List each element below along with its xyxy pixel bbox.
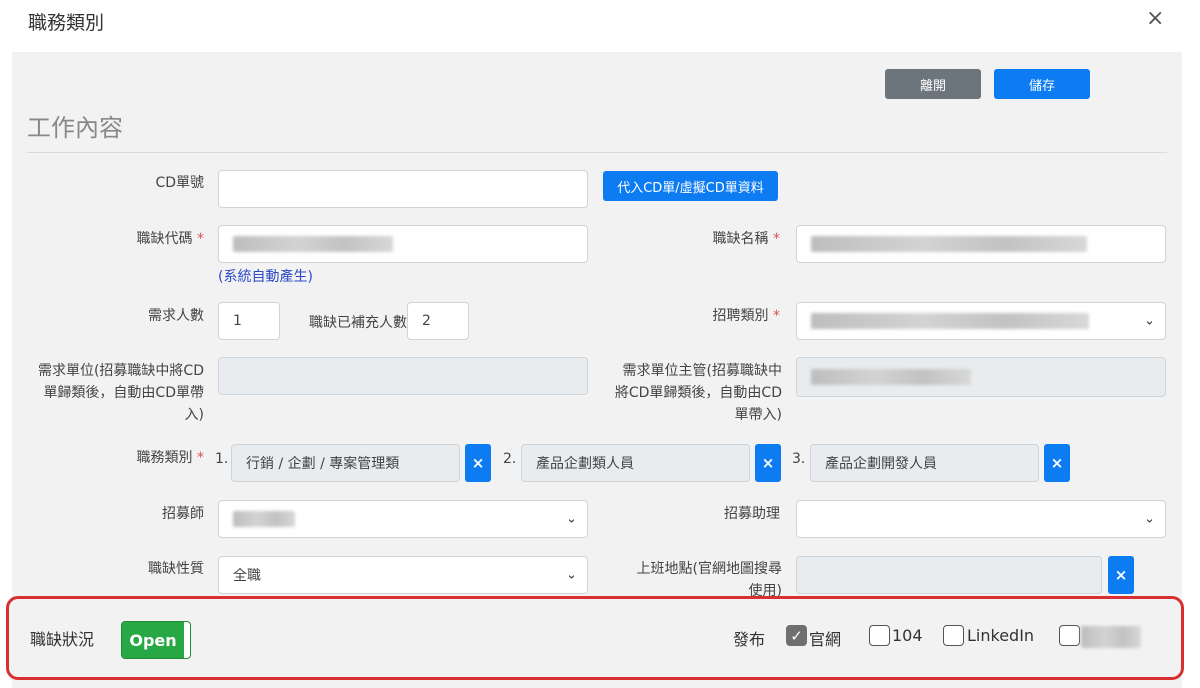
save-button[interactable]: 儲存 — [994, 69, 1090, 99]
checkbox-other-label — [1081, 626, 1141, 648]
redacted-value — [811, 313, 1089, 329]
job-status-label: 職缺狀況 — [30, 630, 95, 649]
publish-label: 發布 — [733, 630, 766, 649]
headcount-label: 需求人數 — [148, 308, 204, 324]
redacted-value — [233, 236, 393, 252]
job-category-label: 職務類別 * — [80, 447, 204, 469]
job-code-label: 職缺代碼 * — [80, 228, 204, 250]
category-item-1: 行銷 / 企劃 / 專案管理類 — [231, 444, 460, 482]
request-unit-input — [218, 357, 588, 395]
filled-input[interactable] — [407, 302, 469, 340]
redacted-value — [811, 236, 1087, 252]
recruit-assistant-select[interactable]: ⌄ — [796, 500, 1166, 538]
cd-number-label: CD單號 — [155, 175, 204, 191]
job-name-label: 職缺名稱 * — [640, 228, 780, 250]
close-icon: × — [471, 454, 485, 472]
cd-number-input[interactable] — [218, 170, 588, 208]
job-code-label-text: 職缺代碼 — [136, 231, 193, 247]
filled-label: 職缺已補充人數 — [309, 315, 407, 331]
job-nature-value: 全職 — [233, 568, 261, 584]
recruit-type-select[interactable]: ⌄ — [796, 302, 1166, 340]
chevron-down-icon: ⌄ — [1144, 313, 1155, 329]
request-manager-label: 需求單位主管(招募職缺中將CD單歸類後，自動由CD單帶入) — [614, 363, 782, 423]
redacted-value — [811, 369, 971, 385]
category-index-1: 1. — [215, 451, 229, 467]
close-icon: × — [1114, 566, 1128, 584]
recruit-assistant-label: 招募助理 — [724, 506, 780, 522]
status-toggle-label: Open — [122, 622, 184, 658]
remove-category-1-button[interactable]: × — [465, 444, 491, 482]
required-mark: * — [197, 231, 204, 247]
checkbox-linkedin[interactable] — [943, 625, 964, 646]
recruiter-label: 招募師 — [162, 506, 204, 522]
recruit-type-label: 招聘類別 * — [640, 305, 780, 327]
checkbox-other[interactable] — [1059, 625, 1080, 646]
leave-button[interactable]: 離開 — [885, 69, 981, 99]
check-icon: ✓ — [790, 626, 803, 645]
redacted-value — [1081, 626, 1141, 648]
job-code-input[interactable] — [218, 225, 588, 263]
checkbox-linkedin-label: LinkedIn — [967, 626, 1035, 645]
job-nature-label: 職缺性質 — [148, 561, 204, 577]
import-cd-button[interactable]: 代入CD單/虛擬CD單資料 — [603, 171, 778, 201]
close-icon[interactable]: × — [1146, 8, 1164, 30]
section-title: 工作內容 — [27, 114, 123, 142]
chevron-down-icon: ⌄ — [566, 567, 577, 583]
remove-category-2-button[interactable]: × — [755, 444, 781, 482]
job-name-input[interactable] — [796, 225, 1166, 263]
chevron-down-icon: ⌄ — [566, 511, 577, 527]
redacted-value — [233, 511, 295, 527]
job-name-label-text: 職缺名稱 — [712, 231, 769, 247]
category-index-3: 3. — [792, 451, 806, 467]
recruiter-select[interactable]: ⌄ — [218, 500, 588, 538]
job-category-label-text: 職務類別 — [136, 450, 193, 466]
recruit-type-label-text: 招聘類別 — [712, 308, 769, 324]
required-mark: * — [773, 231, 780, 247]
checkbox-104[interactable] — [869, 625, 890, 646]
required-mark: * — [773, 308, 780, 324]
close-icon: × — [1050, 454, 1064, 472]
category-item-3: 產品企劃開發人員 — [810, 444, 1039, 482]
work-location-input — [796, 556, 1102, 594]
remove-location-button[interactable]: × — [1108, 556, 1134, 594]
headcount-input[interactable] — [218, 302, 280, 340]
job-nature-select[interactable]: 全職 ⌄ — [218, 556, 588, 594]
category-item-2: 產品企劃類人員 — [521, 444, 750, 482]
chevron-down-icon: ⌄ — [1144, 511, 1155, 527]
close-icon: × — [761, 454, 775, 472]
auto-generated-note: (系統自動產生) — [218, 269, 313, 285]
status-toggle[interactable]: Open — [121, 621, 191, 659]
remove-category-3-button[interactable]: × — [1044, 444, 1070, 482]
section-divider — [27, 152, 1167, 153]
request-unit-label: 需求單位(招募職缺中將CD單歸類後，自動由CD單帶入) — [37, 363, 204, 423]
checkbox-website[interactable]: ✓ — [786, 625, 807, 646]
checkbox-website-label: 官網 — [809, 630, 842, 649]
category-index-2: 2. — [503, 451, 517, 467]
required-mark: * — [197, 450, 204, 466]
checkbox-104-label: 104 — [892, 626, 923, 645]
request-manager-input — [796, 357, 1166, 397]
modal-title: 職務類別 — [28, 12, 105, 34]
